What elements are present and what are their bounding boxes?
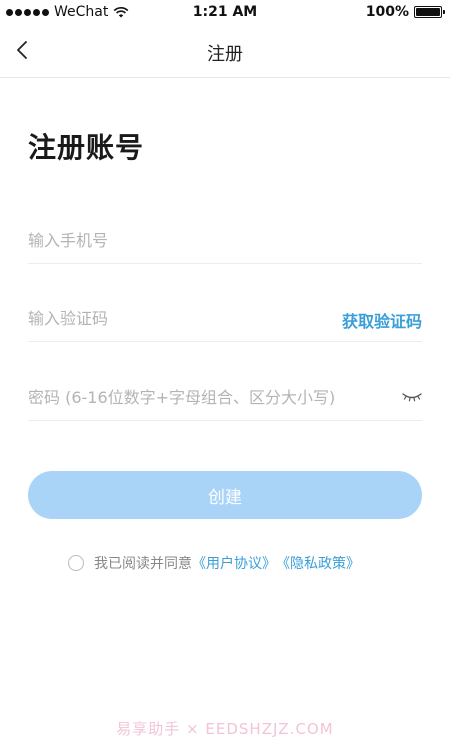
page-heading: 注册账号	[28, 131, 145, 164]
password-field-row	[28, 377, 422, 421]
phone-input[interactable]	[28, 226, 328, 254]
battery-percent: 100%	[365, 4, 409, 20]
agree-checkbox[interactable]	[68, 555, 84, 571]
status-right: 100%	[365, 4, 445, 20]
privacy-policy-link[interactable]: 《隐私政策》	[276, 553, 360, 573]
agreement-row: 我已阅读并同意 《用户协议》 《隐私政策》	[68, 553, 360, 573]
status-bar: WeChat 1:21 AM 100%	[0, 0, 450, 26]
phone-field-row	[28, 220, 422, 264]
create-button[interactable]: 创建	[28, 471, 422, 519]
get-code-button[interactable]: 获取验证码	[342, 308, 422, 332]
password-input[interactable]	[28, 383, 388, 411]
battery-icon	[414, 6, 445, 18]
eye-closed-icon[interactable]	[402, 390, 422, 404]
verification-code-input[interactable]	[28, 304, 328, 332]
nav-bar: 注册	[0, 26, 450, 78]
code-field-row: 获取验证码	[28, 298, 422, 342]
agreement-text: 我已阅读并同意	[94, 556, 192, 572]
nav-title: 注册	[207, 44, 243, 65]
user-agreement-link[interactable]: 《用户协议》	[192, 553, 276, 573]
watermark: 易享助手 × EEDSHZJZ.COM	[116, 720, 334, 738]
